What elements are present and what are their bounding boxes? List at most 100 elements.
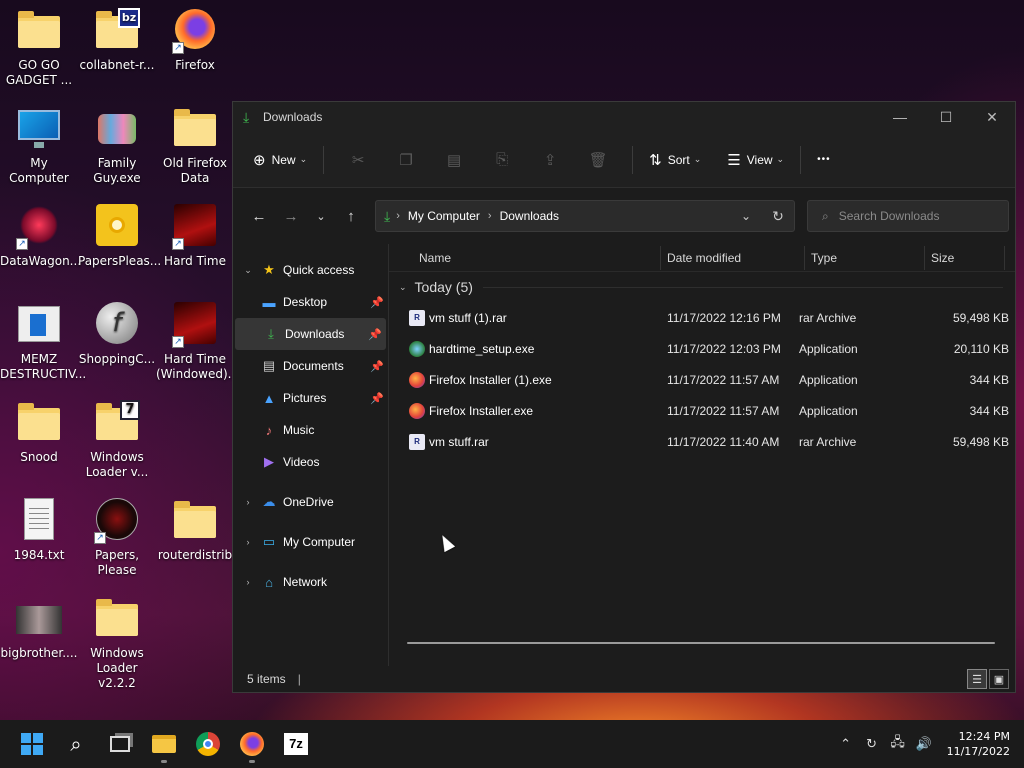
copy-button[interactable]: ❐ xyxy=(382,144,430,176)
family-guy-icon xyxy=(94,106,140,152)
more-options-button[interactable]: ••• xyxy=(811,144,837,176)
group-header-today[interactable]: ⌄ Today (5) xyxy=(389,272,1015,302)
taskbar-firefox[interactable] xyxy=(230,724,274,764)
breadcrumb-downloads[interactable]: Downloads xyxy=(500,209,559,223)
taskbar: ⌕ 7z ⌃ ↻ 🖧 🔊 12:24 PM 11/17/2022 xyxy=(0,720,1024,768)
desktop-icon-go-go-gadget[interactable]: GO GO GADGET ... xyxy=(0,8,78,88)
desktop-icon-1984-txt[interactable]: 1984.txt xyxy=(0,498,78,563)
sidebar-item-desktop[interactable]: ▬ Desktop 📌 xyxy=(233,286,388,318)
minimize-button[interactable]: — xyxy=(877,102,923,132)
taskbar-file-explorer[interactable] xyxy=(142,724,186,764)
desktop-icon-windows-loader-2[interactable]: Windows Loader v2.2.2 xyxy=(78,596,156,691)
download-icon: ⤓ xyxy=(268,326,274,341)
file-row[interactable]: Rvm stuff.rar 11/17/2022 11:40 AM rar Ar… xyxy=(389,426,1015,457)
new-button[interactable]: ⊕ New ⌄ xyxy=(247,144,313,176)
desktop-icon-shopping[interactable]: f ShoppingC... xyxy=(78,302,156,367)
volume-icon[interactable]: 🔊 xyxy=(911,737,937,752)
chevron-down-icon: ⌄ xyxy=(399,281,407,292)
desktop-icon-firefox[interactable]: ↗ Firefox xyxy=(156,8,234,73)
chevron-right-icon[interactable]: › xyxy=(241,537,255,547)
desktop-icon-papers-please[interactable]: ↗ Papers, Please xyxy=(78,498,156,578)
up-button[interactable]: ↑ xyxy=(335,200,367,232)
maximize-button[interactable]: ☐ xyxy=(923,102,969,132)
desktop-icon-my-computer[interactable]: My Computer xyxy=(0,106,78,186)
music-icon: ♪ xyxy=(265,422,273,438)
pin-icon: 📌 xyxy=(368,328,382,341)
desktop-icon-old-firefox-data[interactable]: Old Firefox Data xyxy=(156,106,234,186)
desktop-icon-datawagon[interactable]: ↗ DataWagon... xyxy=(0,204,81,269)
breadcrumb-my-computer[interactable]: My Computer xyxy=(408,209,480,223)
chevron-right-icon[interactable]: › xyxy=(241,577,255,587)
sort-button[interactable]: ⇅ Sort ⌄ xyxy=(643,144,707,176)
details-view-button[interactable]: ☰ xyxy=(967,669,987,689)
desktop-icon-windows-loader-1[interactable]: 7 Windows Loader v... xyxy=(78,400,156,480)
paste-button[interactable]: ▤ xyxy=(430,144,478,176)
sidebar-quick-access[interactable]: ⌄ ★ Quick access xyxy=(233,254,388,286)
sidebar-item-onedrive[interactable]: › ☁ OneDrive xyxy=(233,486,388,518)
file-row[interactable]: hardtime_setup.exe 11/17/2022 12:03 PM A… xyxy=(389,333,1015,364)
column-header-size[interactable]: Size xyxy=(925,245,1005,270)
title-bar[interactable]: ⤓ Downloads — ☐ ✕ xyxy=(233,102,1015,132)
file-row[interactable]: Firefox Installer.exe 11/17/2022 11:57 A… xyxy=(389,395,1015,426)
update-icon[interactable]: ↻ xyxy=(859,737,885,752)
sidebar-item-videos[interactable]: ▶ Videos xyxy=(233,446,388,478)
taskbar-search-button[interactable]: ⌕ xyxy=(54,724,98,764)
view-button[interactable]: ☰ View ⌄ xyxy=(721,144,790,176)
desktop-icon-family-guy[interactable]: Family Guy.exe xyxy=(78,106,156,186)
sidebar-item-music[interactable]: ♪ Music xyxy=(233,414,388,446)
desktop-icon-hard-time-windowed[interactable]: ↗ Hard Time (Windowed)... xyxy=(156,302,239,382)
chevron-up-icon[interactable]: ⌃ xyxy=(833,737,859,752)
column-header-date-modified[interactable]: Date modified xyxy=(661,245,805,270)
close-button[interactable]: ✕ xyxy=(969,102,1015,132)
sidebar-item-my-computer[interactable]: › ▭ My Computer xyxy=(233,526,388,558)
file-list: Name Date modified Type Size ⌄ Today (5)… xyxy=(389,244,1015,666)
tiles-view-button[interactable]: ▣ xyxy=(989,669,1009,689)
arrow-right-icon: → xyxy=(283,207,299,225)
clock[interactable]: 12:24 PM 11/17/2022 xyxy=(947,729,1010,759)
desktop-icon-bigbrother[interactable]: bigbrother.... xyxy=(0,596,78,661)
memz-icon xyxy=(16,302,62,348)
desktop-icon-collabnet[interactable]: bz collabnet-r... xyxy=(78,8,156,73)
forward-button[interactable]: → xyxy=(275,200,307,232)
address-bar[interactable]: ⤓ › My Computer › Downloads ⌄ ↻ xyxy=(375,200,795,232)
sidebar-item-downloads[interactable]: ⤓ Downloads 📌 xyxy=(235,318,386,350)
sidebar-item-pictures[interactable]: ▲ Pictures 📌 xyxy=(233,382,388,414)
cut-button[interactable]: ✂ xyxy=(334,144,382,176)
address-dropdown-icon[interactable]: ⌄ xyxy=(730,209,762,223)
taskbar-7zip[interactable]: 7z xyxy=(274,724,318,764)
task-view-button[interactable] xyxy=(98,724,142,764)
divider xyxy=(800,145,802,174)
rar-icon: R xyxy=(409,309,425,326)
new-label: New xyxy=(271,152,296,167)
group-label: Today (5) xyxy=(414,279,473,295)
search-box[interactable]: ⌕ Search Downloads xyxy=(807,200,1009,232)
column-header-name[interactable]: Name xyxy=(389,245,661,270)
desktop-icon-snood[interactable]: Snood xyxy=(0,400,78,465)
desktop-icon-hard-time[interactable]: ↗ Hard Time xyxy=(156,204,234,269)
sidebar-item-network[interactable]: › ⌂ Network xyxy=(233,566,388,598)
recent-locations-button[interactable]: ⌄ xyxy=(307,200,335,232)
desktop-icon-papers-please-disc[interactable]: PapersPleas... xyxy=(78,204,161,269)
chevron-right-icon[interactable]: › xyxy=(241,497,255,507)
rename-button[interactable]: ⎘ xyxy=(478,144,526,176)
file-name: vm stuff (1).rar xyxy=(429,310,507,325)
sidebar-item-documents[interactable]: ▤ Documents 📌 xyxy=(233,350,388,382)
refresh-icon[interactable]: ↻ xyxy=(762,208,794,225)
sidebar-item-label: Music xyxy=(283,423,315,437)
back-button[interactable]: ← xyxy=(243,200,275,232)
search-icon: ⌕ xyxy=(70,732,82,756)
file-row[interactable]: Firefox Installer (1).exe 11/17/2022 11:… xyxy=(389,364,1015,395)
file-row[interactable]: Rvm stuff (1).rar 11/17/2022 12:16 PM ra… xyxy=(389,302,1015,333)
share-button[interactable]: ⇪ xyxy=(526,144,574,176)
horizontal-scrollbar[interactable] xyxy=(407,642,995,644)
start-button[interactable] xyxy=(10,724,54,764)
network-icon[interactable]: 🖧 xyxy=(885,733,911,755)
desktop-icon-memz[interactable]: MEMZ DESTRUCTIV... xyxy=(0,302,86,382)
column-header-type[interactable]: Type xyxy=(805,245,925,270)
desktop-icon: ▬ xyxy=(262,294,276,310)
chevron-down-icon[interactable]: ⌄ xyxy=(241,265,255,276)
navigation-pane: ⌄ ★ Quick access ▬ Desktop 📌 ⤓ Downloads… xyxy=(233,244,389,666)
delete-button[interactable]: 🗑 xyxy=(574,144,622,176)
desktop-icon-routerdistrib[interactable]: routerdistrib xyxy=(156,498,234,563)
taskbar-chrome[interactable] xyxy=(186,724,230,764)
